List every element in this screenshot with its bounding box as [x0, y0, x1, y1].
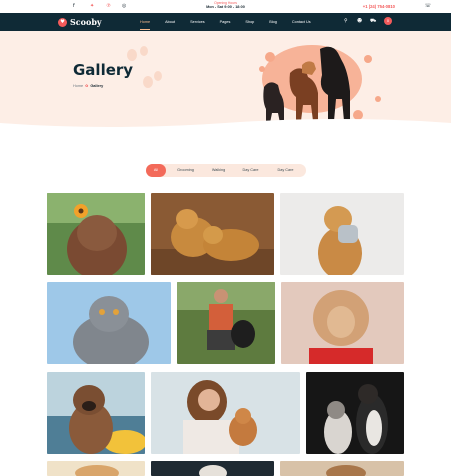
filter-day-care[interactable]: Day Care [232, 164, 269, 177]
cart-count-badge[interactable]: 0 [384, 17, 392, 25]
page-hero: Gallery Home ✿ Gallery [0, 31, 451, 128]
breadcrumb-separator-icon: ✿ [85, 83, 89, 88]
gallery-photo [306, 372, 404, 454]
logo[interactable]: ♥ Scooby [58, 16, 102, 28]
nav-services[interactable]: Services [190, 13, 205, 31]
gallery-image-retriever-toy[interactable] [280, 193, 404, 275]
gallery-image-grey-cat[interactable] [47, 282, 171, 364]
filter-all[interactable]: All [146, 164, 166, 177]
gallery-image-french-bulldog[interactable] [47, 372, 145, 454]
filter-day-care-2[interactable]: Day Care [269, 164, 302, 177]
gallery-photo [280, 193, 404, 275]
top-bar: f ✦ ℗ ◎ Opening Hours Mon - Sat 9:00 - 1… [0, 0, 451, 13]
nav-contact[interactable]: Contact Us [292, 13, 311, 31]
gallery-image-row4-2[interactable] [151, 461, 274, 476]
user-icon[interactable]: ☻ [357, 18, 362, 24]
filter-walking[interactable]: Walking [205, 164, 232, 177]
paw-logo-icon: ♥ [58, 17, 67, 27]
gallery-photo [177, 282, 275, 364]
nav-home[interactable]: Home [140, 13, 151, 31]
main-nav: ♥ Scooby Home About Services Pages Shop … [0, 13, 451, 31]
filter-grooming[interactable]: Grooming [166, 164, 205, 177]
gallery-photo [47, 282, 171, 364]
phone-icon: ☏ [424, 3, 431, 9]
gallery-image-cat-and-dog[interactable] [306, 372, 404, 454]
page-title: Gallery [73, 61, 134, 79]
hero-dogs-illustration [259, 45, 381, 123]
gallery-image-woman-puppy[interactable] [151, 372, 300, 454]
gallery-image-puppy-flower[interactable] [47, 193, 145, 275]
nav-about[interactable]: About [165, 13, 175, 31]
breadcrumb-home[interactable]: Home [73, 84, 83, 88]
gallery-photo [47, 193, 145, 275]
gallery-filter-tabs: All Grooming Walking Day Care Day Care [146, 164, 306, 177]
gallery-photo [280, 461, 404, 476]
nav-menu: Home About Services Pages Shop Blog Cont… [140, 13, 326, 31]
gallery-image-man-with-dog[interactable] [177, 282, 275, 364]
nav-pages[interactable]: Pages [220, 13, 231, 31]
gallery-image-row4-1[interactable] [47, 461, 145, 476]
breadcrumb: Home ✿ Gallery [73, 83, 103, 88]
gallery-photo [281, 282, 404, 364]
gallery-image-fluffy-dog-scarf[interactable] [281, 282, 404, 364]
gallery-image-two-retrievers[interactable] [151, 193, 274, 275]
gallery-image-row4-3[interactable] [280, 461, 404, 476]
gallery-photo [151, 193, 274, 275]
gallery-photo [47, 372, 145, 454]
nav-shop[interactable]: Shop [245, 13, 254, 31]
breadcrumb-current: Gallery [90, 83, 104, 88]
gallery-photo [151, 461, 274, 476]
brand-name: Scooby [70, 17, 102, 27]
search-icon[interactable]: ⚲ [344, 18, 348, 24]
gallery-photo [47, 461, 145, 476]
hero-bottom-wave [0, 119, 451, 128]
nav-blog[interactable]: Blog [269, 13, 277, 31]
gallery-photo [151, 372, 300, 454]
cart-icon[interactable]: ⛟ [370, 18, 376, 25]
phone-number[interactable]: +1 (24) 754-0810 [363, 4, 395, 9]
